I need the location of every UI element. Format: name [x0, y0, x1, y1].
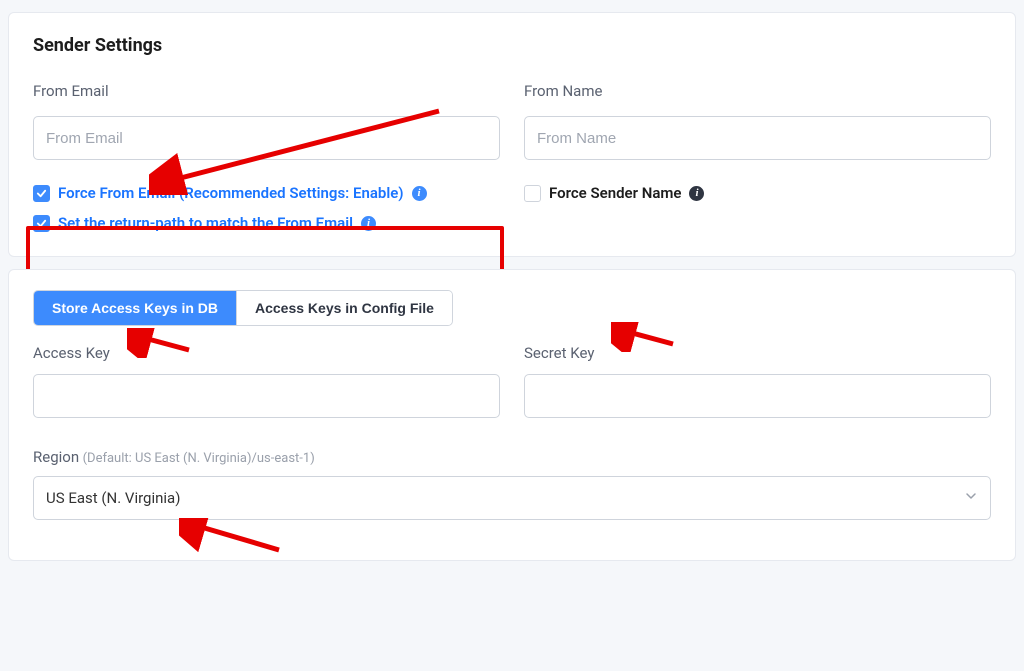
force-from-email-checkbox-row[interactable]: Force From Email (Recommended Settings: … [33, 184, 500, 202]
from-name-input[interactable] [524, 116, 991, 160]
sender-fields-row: From Email From Name [33, 82, 991, 160]
return-path-checkbox[interactable] [33, 215, 50, 232]
force-from-email-checkbox[interactable] [33, 185, 50, 202]
key-storage-tabs: Store Access Keys in DB Access Keys in C… [33, 290, 453, 326]
force-from-col: Force From Email (Recommended Settings: … [33, 160, 500, 232]
region-hint: (Default: US East (N. Virginia)/us-east-… [83, 451, 315, 466]
sender-checkbox-row: Force From Email (Recommended Settings: … [33, 160, 991, 232]
from-email-input[interactable] [33, 116, 500, 160]
sender-settings-card: Sender Settings From Email From Name For… [8, 12, 1016, 257]
secret-key-input[interactable] [524, 374, 991, 418]
tab-config-file[interactable]: Access Keys in Config File [236, 291, 452, 325]
keys-row: Access Key Secret Key [33, 344, 991, 418]
secret-key-col: Secret Key [524, 344, 991, 418]
access-key-input[interactable] [33, 374, 500, 418]
return-path-checkbox-row[interactable]: Set the return-path to match the From Em… [33, 214, 500, 232]
annotation-arrow-icon [179, 518, 289, 558]
region-row: Region (Default: US East (N. Virginia)/u… [33, 448, 991, 520]
tab-store-db[interactable]: Store Access Keys in DB [34, 291, 236, 325]
force-sender-name-checkbox-row[interactable]: Force Sender Name i [524, 184, 991, 202]
access-key-label: Access Key [33, 344, 500, 362]
force-sender-name-checkbox[interactable] [524, 185, 541, 202]
info-icon[interactable]: i [361, 216, 376, 231]
region-select[interactable]: US East (N. Virginia) [33, 476, 991, 520]
region-select-value: US East (N. Virginia) [46, 489, 180, 507]
from-email-col: From Email [33, 82, 500, 160]
force-from-email-label: Force From Email (Recommended Settings: … [58, 184, 404, 202]
info-icon[interactable]: i [412, 186, 427, 201]
region-label: Region [33, 448, 79, 466]
secret-key-label: Secret Key [524, 344, 991, 362]
from-name-col: From Name [524, 82, 991, 160]
info-icon[interactable]: i [689, 186, 704, 201]
access-key-col: Access Key [33, 344, 500, 418]
keys-card: Store Access Keys in DB Access Keys in C… [8, 269, 1016, 561]
from-email-label: From Email [33, 82, 500, 100]
force-sender-name-label: Force Sender Name [549, 184, 681, 202]
sender-settings-title: Sender Settings [33, 35, 991, 56]
return-path-label: Set the return-path to match the From Em… [58, 214, 353, 232]
from-name-label: From Name [524, 82, 991, 100]
force-sender-col: Force Sender Name i [524, 160, 991, 232]
